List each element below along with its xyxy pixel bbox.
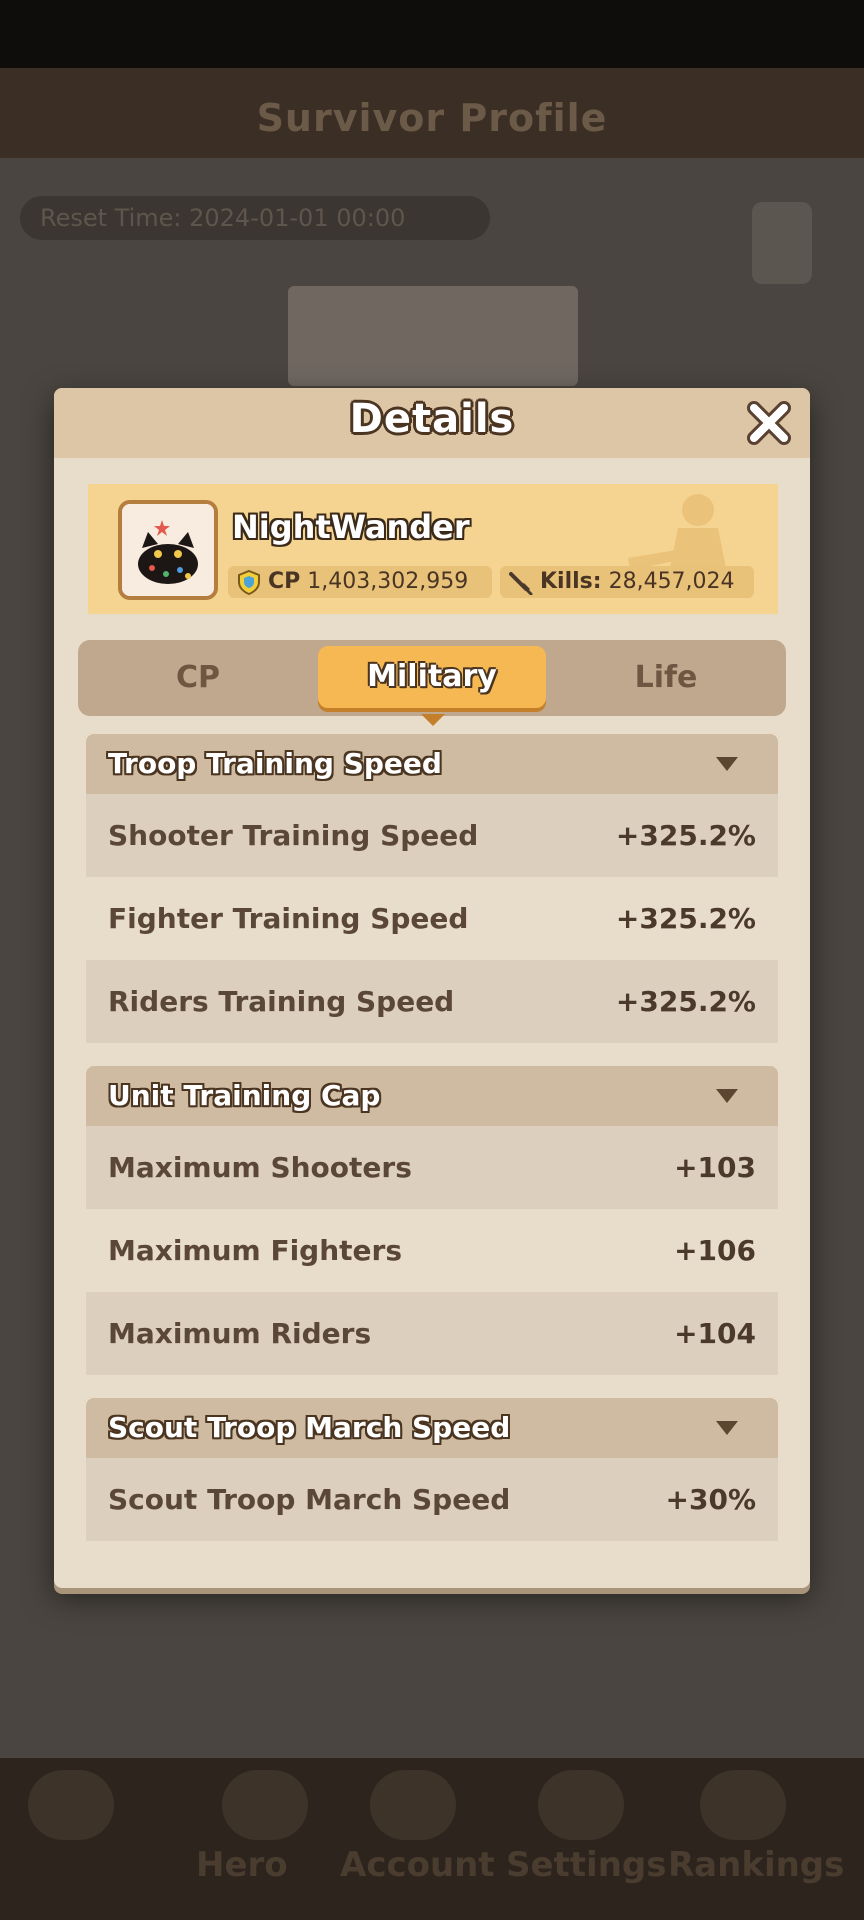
sword-icon xyxy=(509,572,533,595)
section-title: Troop Training Speed xyxy=(108,747,442,780)
section-scout-troop-march-speed: Scout Troop March Speed Scout Troop Marc… xyxy=(86,1398,778,1541)
nav-icon-2 xyxy=(370,1770,456,1840)
stat-label: Fighter Training Speed xyxy=(108,902,469,935)
caret-down-icon xyxy=(716,1089,738,1103)
shield-icon xyxy=(238,569,260,595)
caret-down-icon xyxy=(716,1421,738,1435)
background-card xyxy=(288,286,578,386)
stat-value: +103 xyxy=(674,1151,756,1184)
nav-hero: Hero xyxy=(196,1845,288,1885)
reset-time-pill: Reset Time: 2024-01-01 00:00 xyxy=(20,196,490,240)
stat-row: Riders Training Speed +325.2% xyxy=(86,960,778,1043)
nav-icon-4 xyxy=(700,1770,786,1840)
kills-label: Kills: xyxy=(540,569,602,594)
cp-stat: CP 1,403,302,959 xyxy=(228,566,492,598)
stat-label: Riders Training Speed xyxy=(108,985,455,1018)
cp-value: 1,403,302,959 xyxy=(307,569,469,594)
stat-value: +325.2% xyxy=(615,819,756,852)
trash-icon xyxy=(752,202,812,284)
player-banner: NightWander CP 1,403,302,959 Kills: 28,4… xyxy=(88,484,778,614)
section-unit-training-cap: Unit Training Cap Maximum Shooters +103 … xyxy=(86,1066,778,1375)
stat-value: +106 xyxy=(674,1234,756,1267)
background-title: Survivor Profile xyxy=(256,96,608,140)
close-icon xyxy=(747,401,791,445)
stat-row: Maximum Fighters +106 xyxy=(86,1209,778,1292)
nav-icon-1 xyxy=(222,1770,308,1840)
status-bar xyxy=(0,0,864,68)
close-button[interactable] xyxy=(746,400,792,446)
stat-value: +30% xyxy=(665,1483,756,1516)
stat-label: Shooter Training Speed xyxy=(108,819,479,852)
stat-value: +104 xyxy=(674,1317,756,1350)
stat-row: Maximum Shooters +103 xyxy=(86,1126,778,1209)
stat-row: Shooter Training Speed +325.2% xyxy=(86,794,778,877)
section-header[interactable]: Troop Training Speed xyxy=(86,734,778,794)
kills-value: 28,457,024 xyxy=(608,569,735,594)
tab-military[interactable]: Military xyxy=(318,646,546,708)
kills-stat: Kills: 28,457,024 xyxy=(500,566,754,598)
stat-label: Maximum Fighters xyxy=(108,1234,402,1267)
nav-account: Account xyxy=(340,1845,495,1885)
nav-icon-0 xyxy=(28,1770,114,1840)
dialog-title: Details xyxy=(349,396,515,442)
section-title: Unit Training Cap xyxy=(108,1079,381,1112)
stat-label: Scout Troop March Speed xyxy=(108,1483,511,1516)
stat-label: Maximum Riders xyxy=(108,1317,372,1350)
caret-down-icon xyxy=(716,757,738,771)
cat-avatar-icon xyxy=(122,504,214,596)
nav-settings: Settings xyxy=(506,1845,667,1885)
tab-bar: CP Life Military xyxy=(78,640,786,726)
tab-pointer-icon xyxy=(421,714,445,726)
stat-value: +325.2% xyxy=(615,985,756,1018)
section-header[interactable]: Unit Training Cap xyxy=(86,1066,778,1126)
section-troop-training-speed: Troop Training Speed Shooter Training Sp… xyxy=(86,734,778,1043)
stat-value: +325.2% xyxy=(615,902,756,935)
tab-life[interactable]: Life xyxy=(546,640,786,716)
nav-icon-3 xyxy=(538,1770,624,1840)
section-title: Scout Troop March Speed xyxy=(108,1411,511,1444)
stat-row: Scout Troop March Speed +30% xyxy=(86,1458,778,1541)
cp-label: CP xyxy=(268,569,301,594)
stat-row: Maximum Riders +104 xyxy=(86,1292,778,1375)
details-dialog: Details NightWander CP 1,403,302,959 Kil… xyxy=(54,388,810,1588)
player-name: NightWander xyxy=(232,508,470,546)
nav-rankings: Rankings xyxy=(668,1845,845,1885)
stat-label: Maximum Shooters xyxy=(108,1151,412,1184)
stat-row: Fighter Training Speed +325.2% xyxy=(86,877,778,960)
section-header[interactable]: Scout Troop March Speed xyxy=(86,1398,778,1458)
avatar[interactable] xyxy=(118,500,218,600)
tab-cp[interactable]: CP xyxy=(78,640,318,716)
